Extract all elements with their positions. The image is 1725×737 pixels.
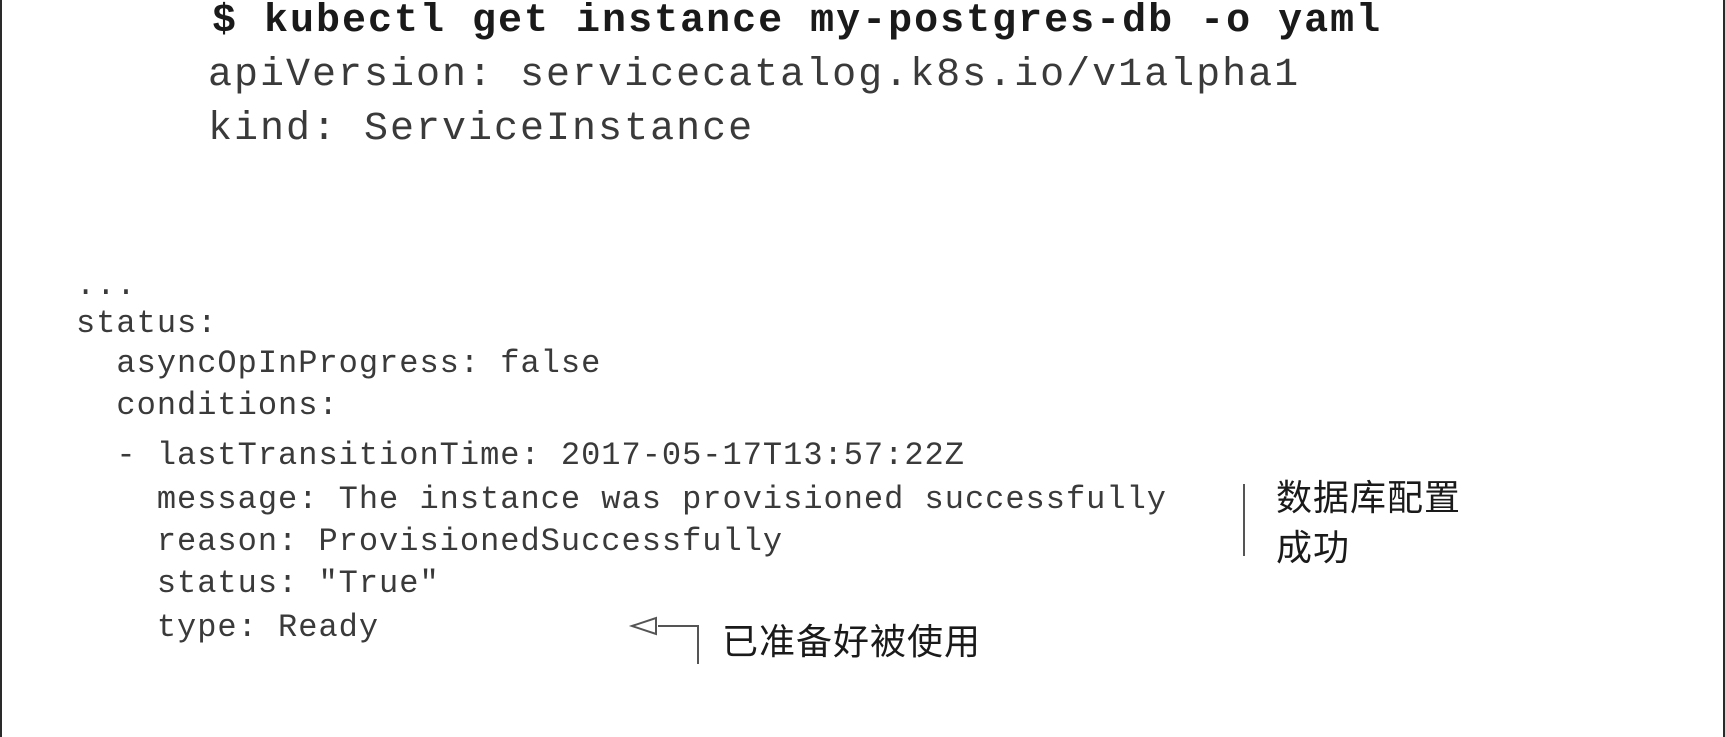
status-true-line: status: "True" bbox=[76, 565, 440, 602]
ellipsis-line: ... bbox=[76, 267, 137, 304]
async-op-line: asyncOpInProgress: false bbox=[76, 345, 602, 382]
arrow-left-icon bbox=[628, 616, 699, 664]
api-version-line: apiVersion: servicecatalog.k8s.io/v1alph… bbox=[208, 53, 1301, 98]
callout-provisioned-line1: 数据库配置 bbox=[1276, 478, 1462, 519]
status-key-line: status: bbox=[76, 305, 218, 342]
conditions-line: conditions: bbox=[76, 387, 339, 424]
callout-provisioned: 数据库配置 成功 bbox=[1276, 474, 1461, 575]
callout-ready: 已准备好被使用 bbox=[722, 622, 982, 663]
last-transition-line: - lastTransitionTime: 2017-05-17T13:57:2… bbox=[76, 437, 965, 474]
callout-provisioned-line2: 成功 bbox=[1276, 528, 1351, 570]
kubectl-command: $ kubectl get instance my-postgres-db -o… bbox=[212, 0, 1383, 44]
kind-line: kind: ServiceInstance bbox=[208, 107, 755, 152]
callout-bracket-provisioned bbox=[1243, 484, 1245, 556]
type-ready-line: type: Ready bbox=[76, 609, 380, 646]
message-line: message: The instance was provisioned su… bbox=[76, 481, 1167, 518]
reason-line: reason: ProvisionedSuccessfully bbox=[76, 523, 784, 560]
